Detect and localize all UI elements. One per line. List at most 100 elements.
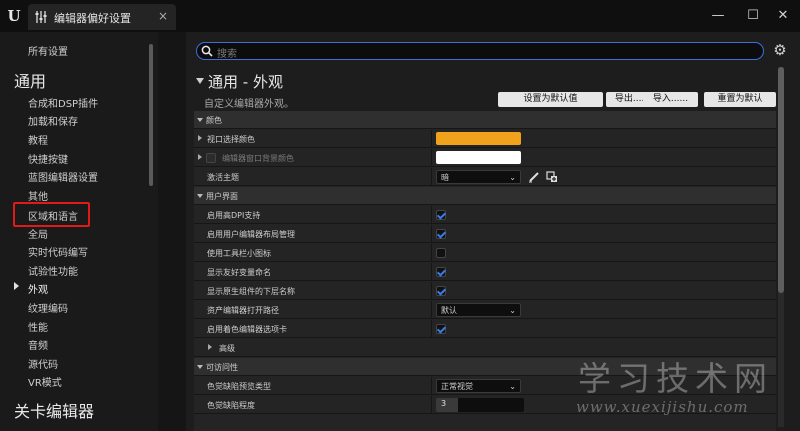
reset-to-default-button[interactable]: 重置为默认: [704, 92, 776, 107]
search-placeholder: 搜索: [217, 49, 237, 60]
sidebar-item[interactable]: 其他: [28, 188, 48, 203]
native-names-checkbox[interactable]: [436, 286, 446, 296]
search-input[interactable]: 搜索: [196, 42, 764, 60]
setting-label: 色觉缺陷程度: [207, 401, 255, 410]
sidebar-item[interactable]: 实时代码编写: [28, 244, 88, 259]
column-divider: [431, 301, 432, 319]
column-divider: [431, 263, 432, 281]
setting-label: 启用高DPI支持: [207, 211, 261, 220]
setting-label: 视口选择颜色: [207, 135, 255, 144]
window-layout-checkbox[interactable]: [436, 229, 446, 239]
highlight-box: [13, 202, 90, 227]
minimize-button[interactable]: —: [709, 7, 727, 25]
setting-label: 启用用户编辑器布局管理: [207, 230, 295, 239]
slider-fill: [436, 398, 458, 412]
sidebar-item[interactable]: 音频: [28, 337, 48, 352]
expand-arrow-icon: [197, 118, 203, 122]
scrollbar-thumb[interactable]: [778, 67, 784, 293]
sidebar-item[interactable]: 教程: [28, 132, 48, 147]
chevron-down-icon: ⌄: [509, 382, 516, 391]
high-dpi-checkbox[interactable]: [436, 210, 446, 220]
column-divider: [431, 206, 432, 224]
selected-arrow-icon: [14, 282, 19, 290]
small-icons-checkbox[interactable]: [436, 248, 446, 258]
sidebar-scrollbar[interactable]: [149, 44, 153, 186]
sidebar-category-level-editor: 关卡编辑器: [14, 402, 95, 421]
setting-row: 启用用户编辑器布局管理: [194, 225, 776, 243]
sidebar-item[interactable]: 合成和DSP插件: [28, 95, 98, 110]
setting-label: 编辑器窗口背景颜色: [222, 154, 294, 163]
sidebar-category-general: 通用: [14, 72, 47, 91]
setting-label: 显示原生组件的下层名称: [207, 287, 295, 296]
main-scrollbar[interactable]: [778, 67, 784, 427]
column-divider: [431, 377, 432, 395]
setting-label: 使用工具栏小图标: [207, 249, 271, 258]
collapse-arrow-icon[interactable]: [196, 78, 204, 84]
setting-row: 启用高DPI支持: [194, 206, 776, 224]
edit-pencil-icon[interactable]: [528, 171, 540, 183]
sidebar-item[interactable]: 全局: [28, 226, 48, 241]
setting-row: 激活主题 暗 ⌄: [194, 168, 776, 186]
dropdown-value: 正常视觉: [441, 382, 473, 391]
close-button[interactable]: ✕: [774, 7, 792, 25]
asset-editor-path-dropdown[interactable]: 默认 ⌄: [436, 303, 521, 317]
maximize-button[interactable]: ☐: [744, 7, 762, 25]
setting-label: 资产编辑器打开路径: [207, 306, 279, 315]
unreal-logo-icon[interactable]: U: [4, 6, 24, 26]
setting-label: 激活主题: [207, 173, 239, 182]
sidebar-item[interactable]: 蓝图编辑器设置: [28, 169, 98, 184]
viewport-selection-color-swatch[interactable]: [436, 132, 521, 145]
setting-label: 显示友好变量命名: [207, 268, 271, 277]
column-divider: [431, 168, 432, 186]
expand-arrow-icon: [197, 194, 203, 198]
dropdown-value: 默认: [441, 306, 457, 315]
sidebar-item[interactable]: 试验性功能: [28, 263, 78, 278]
expand-arrow-icon[interactable]: [198, 135, 202, 141]
sidebar-item[interactable]: 纹理编码: [28, 300, 68, 315]
section-title: 可访问性: [206, 363, 238, 372]
expand-arrow-icon: [197, 365, 203, 369]
title-bar: U 编辑器偏好设置 × — ☐ ✕: [0, 0, 800, 32]
expand-arrow-icon[interactable]: [198, 154, 202, 160]
sidebar-item[interactable]: 加载和保存: [28, 113, 78, 128]
sidebar-item[interactable]: VR模式: [28, 374, 62, 389]
sliders-icon: [35, 11, 47, 23]
set-as-default-button[interactable]: 设置为默认值: [498, 92, 603, 107]
gear-icon[interactable]: ⚙: [772, 42, 788, 58]
sidebar-item[interactable]: 快捷按键: [28, 151, 68, 166]
preferences-tab[interactable]: 编辑器偏好设置 ×: [28, 4, 176, 30]
search-icon: [201, 45, 213, 57]
sidebar-item-all-settings[interactable]: 所有设置: [28, 43, 68, 58]
sidebar-item[interactable]: 源代码: [28, 356, 58, 371]
setting-row: 编辑器窗口背景颜色: [194, 149, 776, 167]
expand-arrow-icon: [208, 344, 212, 350]
setting-label: 高级: [219, 344, 235, 353]
window-bg-color-swatch[interactable]: [436, 151, 521, 164]
section-header-colors[interactable]: 颜色: [194, 111, 776, 129]
friendly-names-checkbox[interactable]: [436, 267, 446, 277]
color-vision-type-dropdown[interactable]: 正常视觉 ⌄: [436, 379, 521, 393]
sidebar-item-appearance[interactable]: 外观: [28, 281, 48, 296]
column-divider: [431, 225, 432, 243]
colored-tabs-checkbox[interactable]: [436, 324, 446, 334]
slider-value: 3: [441, 399, 447, 408]
color-vision-severity-slider[interactable]: 3: [436, 398, 524, 412]
tab-close-icon[interactable]: ×: [158, 9, 168, 23]
active-theme-dropdown[interactable]: 暗 ⌄: [436, 170, 521, 184]
setting-label: 启用着色编辑器选项卡: [207, 325, 287, 334]
duplicate-add-icon[interactable]: [546, 171, 558, 183]
column-divider: [431, 130, 432, 148]
setting-row: 显示原生组件的下层名称: [194, 282, 776, 300]
section-title: 用户界面: [206, 192, 238, 201]
section-header-user-interface[interactable]: 用户界面: [194, 187, 776, 205]
page-title: 通用 - 外观: [208, 73, 283, 91]
setting-row: 资产编辑器打开路径 默认 ⌄: [194, 301, 776, 319]
import-button[interactable]: 导入......: [643, 92, 698, 107]
column-divider: [431, 149, 432, 167]
column-divider: [431, 244, 432, 262]
watermark-url: www.xuexijishu.com: [576, 398, 749, 416]
override-checkbox[interactable]: [206, 153, 216, 163]
page-subtitle: 自定义编辑器外观。: [204, 99, 294, 110]
sidebar-item[interactable]: 性能: [28, 319, 48, 334]
setting-row: 启用着色编辑器选项卡: [194, 320, 776, 338]
